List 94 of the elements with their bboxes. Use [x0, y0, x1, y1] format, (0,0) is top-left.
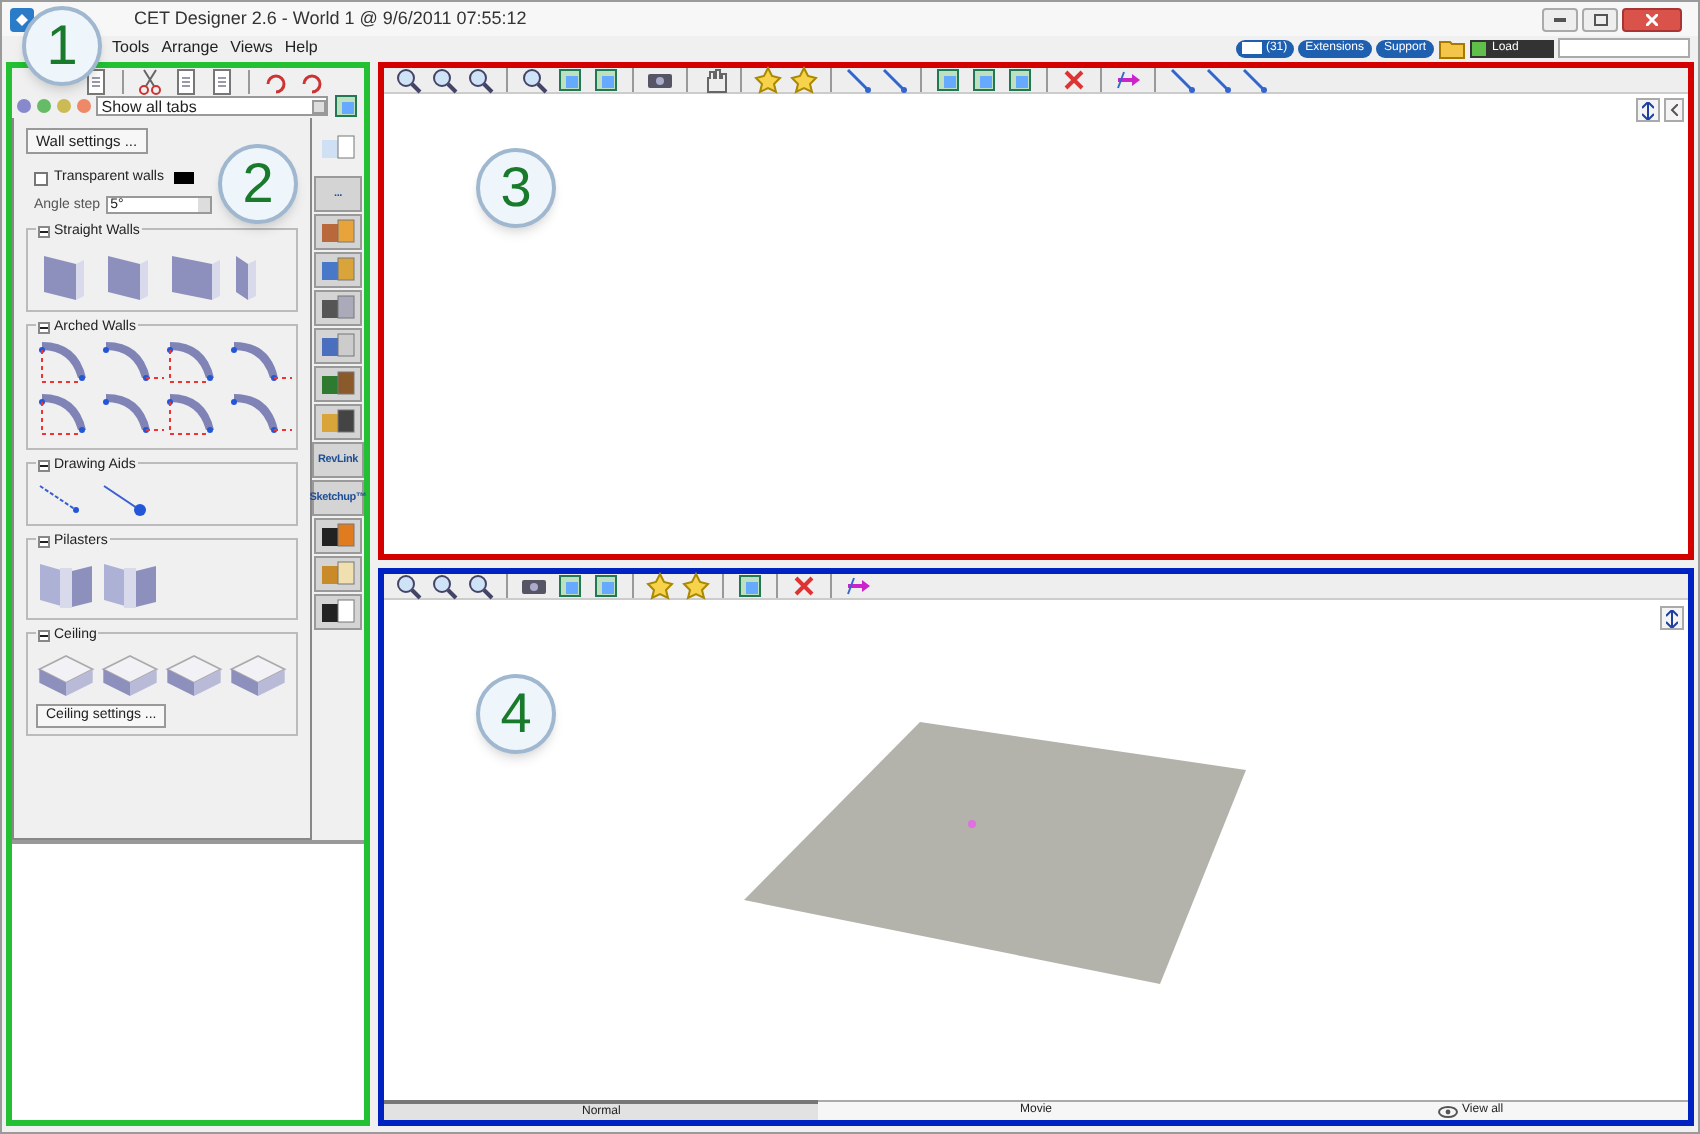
zoom-icon: [466, 66, 494, 94]
ceiling-icon[interactable]: [164, 651, 224, 699]
star-icon: [682, 572, 710, 600]
menu-item[interactable]: Arrange: [155, 36, 225, 60]
toolbar-button[interactable]: [518, 64, 550, 96]
line-icon: [1240, 66, 1268, 94]
toolbar-button[interactable]: [842, 64, 874, 96]
toolbar-button[interactable]: [464, 64, 496, 96]
checkbox[interactable]: [34, 171, 48, 186]
toolbar-button[interactable]: [1166, 64, 1198, 96]
toolbar-button[interactable]: [878, 64, 910, 96]
app-icon: [10, 7, 34, 31]
minimize-button[interactable]: [1542, 7, 1578, 31]
toolbar-button[interactable]: [1004, 64, 1036, 96]
square-icon: [970, 66, 998, 94]
line-icon: [1168, 66, 1196, 94]
minimize-icon: [1554, 17, 1566, 21]
collapse-toggle[interactable]: [38, 321, 50, 334]
side-tab[interactable]: [314, 518, 362, 554]
toolbar-button[interactable]: [590, 570, 622, 602]
line-icon: [844, 66, 872, 94]
toolbar-button[interactable]: [1238, 64, 1270, 96]
maximize-icon: [1593, 13, 1607, 25]
toolbar-button[interactable]: [644, 570, 676, 602]
ceiling-icon[interactable]: [100, 651, 160, 699]
line-icon: [880, 66, 908, 94]
toolbar-button[interactable]: [428, 64, 460, 96]
toolbar-button[interactable]: [680, 570, 712, 602]
view-button[interactable]: [1664, 98, 1684, 122]
chevron-left-icon: [1670, 104, 1678, 116]
menu-item[interactable]: Tools: [106, 36, 156, 60]
star-icon: [790, 66, 818, 94]
line-icon: [1204, 66, 1232, 94]
zoom-icon: [520, 66, 548, 94]
menu-item[interactable]: Help: [278, 36, 324, 60]
square-icon: [592, 66, 620, 94]
toolbar-button[interactable]: [464, 570, 496, 602]
toolbar-button[interactable]: [134, 65, 166, 97]
collapse-toggle[interactable]: [38, 226, 50, 239]
zoom-icon: [466, 572, 494, 600]
doc-icon: [208, 67, 236, 95]
star-icon: [646, 572, 674, 600]
origin-marker: [968, 820, 976, 828]
color-swatch[interactable]: [174, 172, 194, 185]
star-icon: [754, 66, 782, 94]
square-icon: [331, 92, 360, 120]
zoom-icon: [394, 572, 422, 600]
collapse-toggle[interactable]: [38, 460, 50, 473]
up-down-arrow-icon: [1642, 101, 1654, 119]
side-tab[interactable]: [314, 404, 362, 440]
maximize-button[interactable]: [1582, 7, 1618, 31]
up-down-arrow-icon: [1666, 609, 1678, 627]
ceiling-icon[interactable]: [228, 651, 288, 699]
doc-icon: [82, 67, 110, 95]
toolbar-button[interactable]: [752, 64, 784, 96]
menu-item[interactable]: Views: [224, 36, 279, 60]
toolbar-button[interactable]: [590, 64, 622, 96]
square-icon: [736, 572, 764, 600]
toolbar-button[interactable]: [932, 64, 964, 96]
window-title: CET Designer 2.6 - World 1 @ 9/6/2011 07:55:12: [134, 5, 527, 32]
collapse-toggle[interactable]: [38, 630, 50, 643]
square-icon: [1006, 66, 1034, 94]
square-icon: [934, 66, 962, 94]
view-button[interactable]: [1636, 98, 1660, 122]
toolbar-button[interactable]: [968, 64, 1000, 96]
scissors-icon: [136, 67, 164, 95]
zoom-icon: [430, 572, 458, 600]
arrow-icon: [844, 572, 872, 600]
toolbar-button[interactable]: [554, 570, 586, 602]
cross-icon: [1060, 66, 1088, 94]
envelope-icon: [1241, 42, 1262, 54]
toolbar-button[interactable]: [734, 570, 766, 602]
doc-icon: [172, 67, 200, 95]
toolbar-button[interactable]: [392, 570, 424, 602]
cross-icon: [790, 572, 818, 600]
input-field[interactable]: [1558, 38, 1690, 58]
square-icon: [592, 572, 620, 600]
tab-filter-dropdown[interactable]: Show all tabs: [95, 96, 328, 116]
toolbar-button[interactable]: [788, 64, 820, 96]
toolbar-button[interactable]: [1202, 64, 1234, 96]
arrow-icon: [1114, 66, 1142, 94]
square-icon: [556, 572, 584, 600]
collapse-toggle[interactable]: [38, 535, 50, 548]
side-tab[interactable]: [314, 594, 362, 630]
zoom-icon: [430, 66, 458, 94]
close-button[interactable]: [1622, 7, 1682, 31]
close-icon: [1646, 13, 1658, 25]
square-icon: [556, 66, 584, 94]
toolbar-button[interactable]: [554, 64, 586, 96]
toolbar-button[interactable]: [428, 570, 460, 602]
toolbar-button[interactable]: [392, 64, 424, 96]
view-button[interactable]: [1660, 606, 1684, 630]
line-icon[interactable]: [100, 481, 152, 517]
zoom-icon: [394, 66, 422, 94]
